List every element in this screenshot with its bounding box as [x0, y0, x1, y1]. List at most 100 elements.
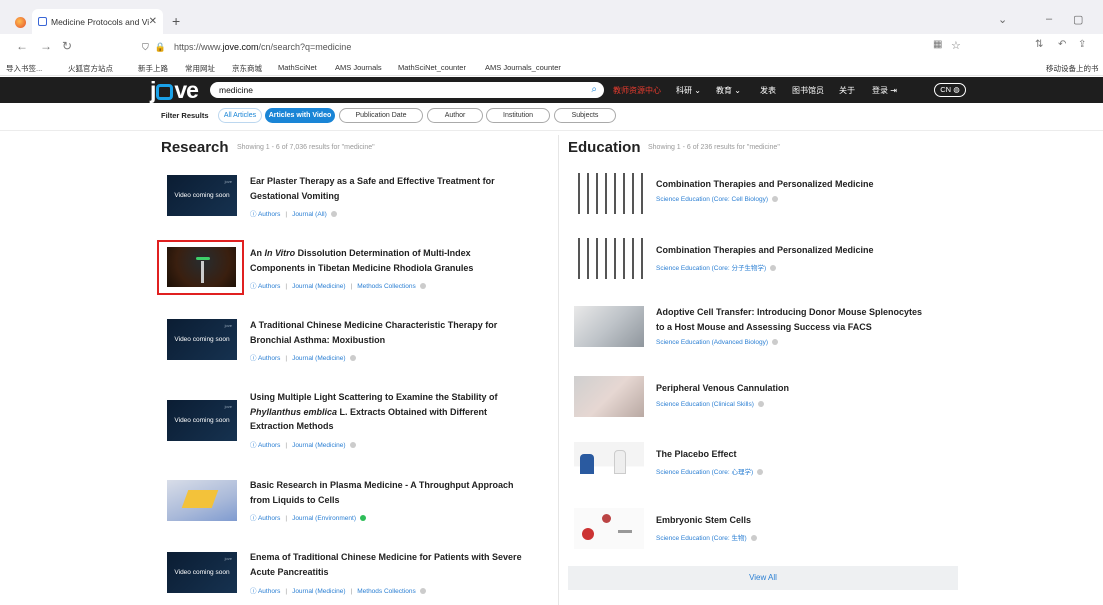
edu-thumbnail[interactable]	[574, 376, 644, 417]
bookmark-item[interactable]: MathSciNet	[278, 63, 317, 72]
research-title-link[interactable]: An In Vitro Dissolution Determination of…	[250, 246, 473, 275]
research-title-link[interactable]: Enema of Traditional Chinese Medicine fo…	[250, 550, 522, 579]
bookmark-star-icon[interactable]: ☆	[951, 39, 961, 52]
filter-institution[interactable]: Institution	[486, 108, 550, 123]
browser-tab[interactable]: Medicine Protocols and Vid ✕	[32, 9, 163, 34]
language-button[interactable]: CN ◍	[934, 83, 966, 97]
title-line: Basic Research in Plasma Medicine - A Th…	[250, 480, 514, 490]
view-all-button[interactable]: View All	[568, 566, 958, 590]
page-favicon-icon	[38, 17, 47, 26]
edu-category-link[interactable]: Science Education (Core: 生物)	[656, 535, 747, 542]
filter-subjects[interactable]: Subjects	[554, 108, 616, 123]
authors-link[interactable]: ⓘ Authors	[250, 211, 280, 218]
authors-link[interactable]: ⓘ Authors	[250, 442, 280, 449]
video-thumbnail[interactable]: jove Video coming soon	[167, 400, 237, 441]
methods-collections-link[interactable]: Methods Collections	[357, 283, 416, 290]
authors-link[interactable]: ⓘ Authors	[250, 355, 280, 362]
new-tab-icon[interactable]: +	[172, 13, 180, 29]
edu-category-link[interactable]: Science Education (Core: 心理学)	[656, 469, 753, 476]
nav-research[interactable]: 科研 ⌄	[676, 85, 701, 96]
research-title-link[interactable]: Using Multiple Light Scattering to Exami…	[250, 390, 498, 434]
journal-link[interactable]: Journal (Medicine)	[292, 283, 345, 290]
nav-publish[interactable]: 发表	[760, 85, 776, 96]
bookmark-item[interactable]: 新手上路	[138, 63, 168, 74]
research-title-link[interactable]: A Traditional Chinese Medicine Character…	[250, 318, 497, 347]
nav-librarians[interactable]: 图书馆员	[792, 85, 824, 96]
bookmark-item[interactable]: 常用网址	[185, 63, 215, 74]
extension-icon[interactable]: ⇅	[1035, 39, 1043, 50]
bookmark-item[interactable]: MathSciNet_counter	[398, 63, 466, 72]
nav-teacher-resources[interactable]: 教师资源中心	[613, 85, 661, 96]
research-meta: ⓘ Authors | Journal (Medicine)	[250, 352, 356, 362]
nav-login[interactable]: 登录 ⇥	[872, 85, 897, 96]
bookmark-item[interactable]: 导入书签...	[6, 63, 42, 74]
nav-about[interactable]: 关于	[839, 85, 855, 96]
research-title-link[interactable]: Basic Research in Plasma Medicine - A Th…	[250, 478, 514, 507]
filter-all-articles[interactable]: All Articles	[218, 108, 262, 123]
login-label: 登录	[872, 86, 888, 95]
methods-collections-link[interactable]: Methods Collections	[357, 588, 416, 595]
jove-logo[interactable]: j ve	[150, 79, 199, 102]
close-tab-icon[interactable]: ✕	[149, 16, 157, 27]
edu-title-link[interactable]: Adoptive Cell Transfer: Introducing Dono…	[656, 305, 922, 334]
maximize-icon[interactable]: ▢	[1073, 13, 1083, 26]
edu-thumbnail[interactable]	[574, 306, 644, 347]
filter-author[interactable]: Author	[427, 108, 483, 123]
minimize-icon[interactable]: –	[1046, 13, 1052, 25]
edu-thumbnail[interactable]	[574, 508, 644, 549]
edu-title-link[interactable]: Peripheral Venous Cannulation	[656, 381, 789, 396]
journal-link[interactable]: Journal (Medicine)	[292, 588, 345, 595]
cell-shape	[582, 528, 594, 540]
research-heading: Research	[161, 139, 229, 156]
address-bar[interactable]: ⛉ 🔒 https://www. jove.com/cn/search?q=med…	[142, 38, 972, 56]
edu-category-link[interactable]: Science Education (Core: 分子生物学)	[656, 265, 766, 272]
forward-icon[interactable]: →	[40, 39, 52, 53]
authors-link[interactable]: ⓘ Authors	[250, 515, 280, 522]
qr-code-icon[interactable]: ▦	[933, 39, 942, 50]
bookmark-item[interactable]: AMS Journals_counter	[485, 63, 561, 72]
filter-articles-with-video[interactable]: Articles with Video	[265, 108, 335, 123]
back-icon[interactable]: ←	[16, 39, 28, 53]
bookmark-item[interactable]: 火狐官方站点	[68, 63, 113, 74]
video-thumbnail[interactable]: jove Video coming soon	[167, 175, 237, 216]
edu-title-link[interactable]: Combination Therapies and Personalized M…	[656, 177, 874, 192]
title-line: to a Host Mouse and Assessing Success vi…	[656, 321, 872, 332]
video-thumbnail[interactable]: jove Video coming soon	[167, 319, 237, 360]
plasma-research-thumbnail[interactable]	[167, 480, 237, 521]
edu-category-link[interactable]: Science Education (Clinical Skills)	[656, 401, 754, 408]
reload-icon[interactable]: ↻	[62, 39, 72, 53]
journal-link[interactable]: Journal (Medicine)	[292, 355, 345, 362]
search-input[interactable]: medicine ⌕	[210, 82, 604, 98]
title-part: Dissolution Determination of Multi-Index	[295, 248, 471, 258]
mobile-bookmarks[interactable]: 移动设备上的书	[1046, 63, 1099, 74]
journal-link[interactable]: Journal (All)	[292, 211, 327, 218]
video-thumbnail[interactable]: jove Video coming soon	[167, 552, 237, 593]
authors-link[interactable]: ⓘ Authors	[250, 283, 280, 290]
edu-category-link[interactable]: Science Education (Core: Cell Biology)	[656, 196, 768, 203]
edu-title-link[interactable]: Embryonic Stem Cells	[656, 513, 751, 528]
edu-category-link[interactable]: Science Education (Advanced Biology)	[656, 339, 768, 346]
undo-icon[interactable]: ↶	[1058, 39, 1066, 50]
edu-thumbnail[interactable]	[574, 442, 644, 483]
title-line: from Liquids to Cells	[250, 494, 340, 505]
filter-publication-date[interactable]: Publication Date	[339, 108, 423, 123]
jove-mini-logo: jove	[224, 179, 232, 184]
authors-link[interactable]: ⓘ Authors	[250, 588, 280, 595]
bookmark-item[interactable]: 京东商城	[232, 63, 262, 74]
edu-thumbnail[interactable]	[574, 173, 644, 214]
bookmark-item[interactable]: AMS Journals	[335, 63, 382, 72]
highlight-box	[157, 240, 244, 295]
jove-mini-logo: jove	[224, 556, 232, 561]
jove-mini-logo: jove	[224, 404, 232, 409]
journal-link[interactable]: Journal (Environment)	[292, 515, 356, 522]
tab-list-chevron-icon[interactable]: ⌄	[998, 13, 1007, 26]
nav-education[interactable]: 教育 ⌄	[716, 85, 741, 96]
search-icon[interactable]: ⌕	[591, 82, 597, 98]
title-line: Extraction Methods	[250, 421, 334, 431]
research-title-link[interactable]: Ear Plaster Therapy as a Safe and Effect…	[250, 174, 495, 203]
share-icon[interactable]: ⇪	[1078, 39, 1086, 50]
edu-title-link[interactable]: Combination Therapies and Personalized M…	[656, 243, 874, 258]
journal-link[interactable]: Journal (Medicine)	[292, 442, 345, 449]
edu-thumbnail[interactable]	[574, 238, 644, 279]
edu-title-link[interactable]: The Placebo Effect	[656, 447, 737, 462]
